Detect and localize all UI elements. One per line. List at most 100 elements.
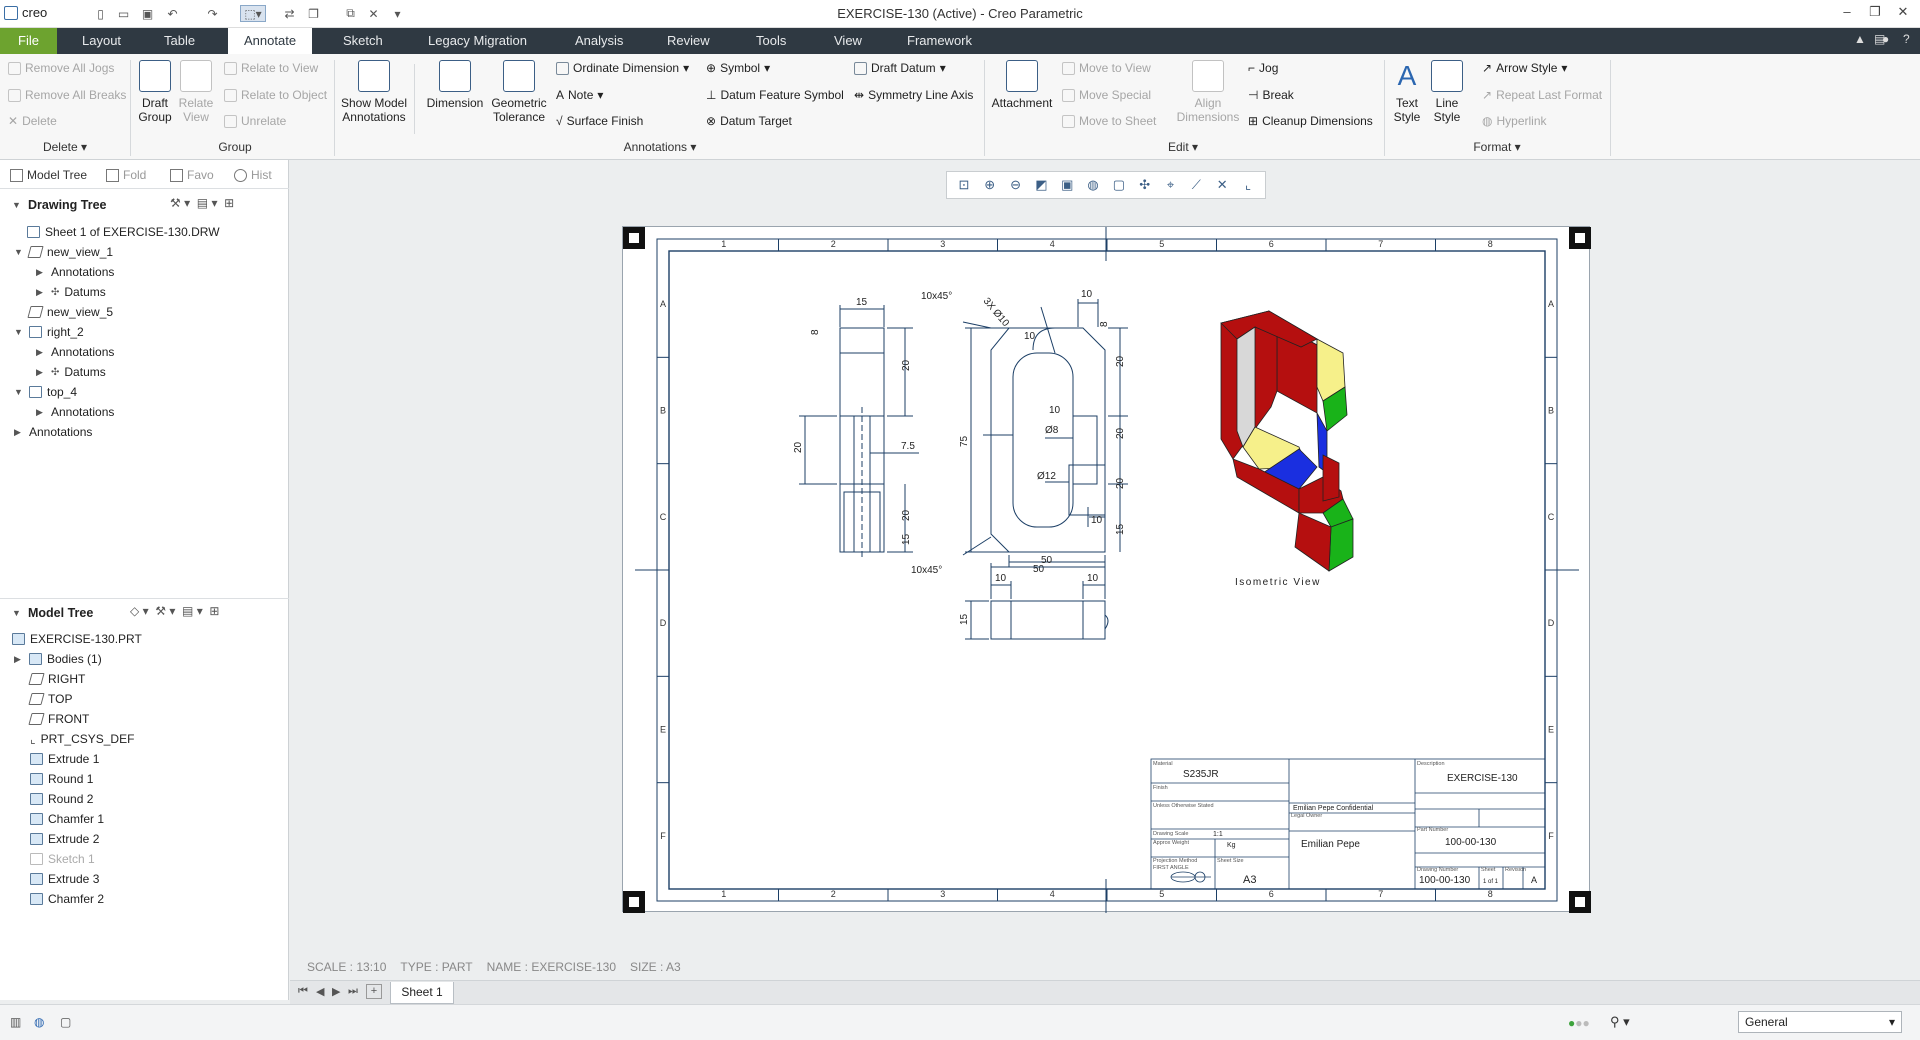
tab-annotate[interactable]: Annotate <box>228 28 313 54</box>
relate-view-button[interactable]: Relate View <box>176 60 216 124</box>
hyperlink-button[interactable]: ◍ Hyperlink <box>1482 114 1547 128</box>
tree-bodies[interactable]: ▶ Bodies (1) <box>14 650 102 668</box>
dimension-button[interactable]: Dimension <box>422 60 488 110</box>
symbol-button[interactable]: ⊕ Symbol ▾ <box>706 61 770 75</box>
tree-front-plane[interactable]: FRONT <box>28 710 89 728</box>
note-button[interactable]: A Note ▾ <box>556 88 603 102</box>
remove-all-breaks-button[interactable]: Remove All Breaks <box>8 88 126 102</box>
browser-toggle-icon[interactable]: ◍ <box>34 1015 44 1029</box>
full-screen-icon[interactable]: ▢ <box>60 1015 71 1029</box>
edit-group-label[interactable]: Edit ▾ <box>1150 140 1216 154</box>
open-folder-icon[interactable]: ▭ <box>115 5 132 22</box>
tree-new-view-5[interactable]: new_view_5 <box>14 303 113 321</box>
tree-annotations[interactable]: ▶ Annotations <box>36 263 114 281</box>
datum-target-button[interactable]: ⊗ Datum Target <box>706 114 792 128</box>
remove-all-jogs-button[interactable]: Remove All Jogs <box>8 61 114 75</box>
break-button[interactable]: ⊣ Break <box>1248 88 1294 102</box>
isometric-view[interactable] <box>1220 310 1354 572</box>
tree-extrude-2[interactable]: Extrude 2 <box>30 830 99 848</box>
show-model-annotations-button[interactable]: Show Model Annotations <box>340 60 408 124</box>
text-style-button[interactable]: A Text Style <box>1388 60 1426 124</box>
tree-chamfer-1[interactable]: Chamfer 1 <box>30 810 104 828</box>
tab-file[interactable]: File <box>0 28 57 54</box>
tab-model-tree[interactable]: Model Tree <box>10 168 87 182</box>
move-to-sheet-button[interactable]: Move to Sheet <box>1062 114 1156 128</box>
align-dimensions-button[interactable]: Align Dimensions <box>1172 60 1244 124</box>
surface-finish-button[interactable]: √ Surface Finish <box>556 114 643 128</box>
tree-annotations[interactable]: ▶ Annotations <box>36 403 114 421</box>
selection-filter-dropdown[interactable]: General ▾ <box>1738 1011 1902 1033</box>
tree-sheet-1[interactable]: Sheet 1 of EXERCISE-130.DRW <box>12 223 220 241</box>
tab-layout[interactable]: Layout <box>70 28 133 54</box>
tree-annotations[interactable]: ▶ Annotations <box>36 343 114 361</box>
first-sheet-icon[interactable]: ⏮ <box>298 985 308 998</box>
draft-group-button[interactable]: Draft Group <box>134 60 176 124</box>
unrelate-button[interactable]: Unrelate <box>224 114 286 128</box>
tab-sketch[interactable]: Sketch <box>331 28 395 54</box>
saved-views-icon[interactable]: ◍ <box>1083 177 1103 193</box>
tab-folder-browser[interactable]: Fold <box>106 168 146 182</box>
line-style-button[interactable]: Line Style <box>1428 60 1466 124</box>
cleanup-dimensions-button[interactable]: ⊞ Cleanup Dimensions <box>1248 114 1373 128</box>
repeat-last-format-button[interactable]: ↗ Repeat Last Format <box>1482 88 1602 102</box>
tab-review[interactable]: Review <box>655 28 722 54</box>
delete-button[interactable]: ✕ Delete <box>8 114 57 128</box>
tab-tools[interactable]: Tools <box>744 28 798 54</box>
tree-top-4[interactable]: ▼ top_4 <box>14 383 77 401</box>
navigator-toggle-icon[interactable]: ▥ <box>10 1015 21 1029</box>
refit-icon[interactable]: ⊡ <box>954 177 974 193</box>
symmetry-line-axis-button[interactable]: ⇹ Symmetry Line Axis <box>854 88 973 102</box>
tree-csys[interactable]: ⌞ PRT_CSYS_DEF <box>30 730 134 748</box>
zoom-out-icon[interactable]: ⊖ <box>1006 177 1026 193</box>
tree-chamfer-2[interactable]: Chamfer 2 <box>30 890 104 908</box>
tab-view[interactable]: View <box>822 28 874 54</box>
annotation-display-icon[interactable]: ⌖ <box>1161 177 1181 193</box>
prev-sheet-icon[interactable]: ◀ <box>316 985 324 998</box>
datum-display-icon[interactable]: ✣ <box>1135 177 1155 193</box>
tree-extrude-1[interactable]: Extrude 1 <box>30 750 99 768</box>
tree-sketch-1[interactable]: Sketch 1 <box>30 850 95 868</box>
format-group-label[interactable]: Format ▾ <box>1462 140 1532 154</box>
minimize-icon[interactable]: – <box>1836 4 1858 24</box>
tab-table[interactable]: Table <box>152 28 207 54</box>
minimize-ribbon-icon[interactable]: ▲ <box>1854 32 1866 46</box>
tree-annotations-root[interactable]: ▶ Annotations <box>14 423 92 441</box>
repaint-icon[interactable]: ◩ <box>1031 177 1051 193</box>
sketch-display-icon[interactable]: ⟋ <box>1186 177 1206 193</box>
drawing-tree-header[interactable]: ▼ Drawing Tree <box>12 198 107 212</box>
tab-favorites[interactable]: Favo <box>170 168 214 182</box>
attachment-button[interactable]: Attachment <box>990 60 1054 110</box>
close-window-icon[interactable]: ✕ <box>365 5 382 22</box>
tree-new-view-1[interactable]: ▼ new_view_1 <box>14 243 113 261</box>
windows-icon[interactable]: ❐ <box>305 5 322 22</box>
point-display-icon[interactable]: ✕ <box>1212 177 1232 193</box>
help-icon[interactable]: ? <box>1903 32 1910 46</box>
next-sheet-icon[interactable]: ▶ <box>332 985 340 998</box>
tree-datums[interactable]: ▶ ✣ Datums <box>36 283 106 301</box>
tree-top-plane[interactable]: TOP <box>28 690 72 708</box>
tree-part[interactable]: EXERCISE-130.PRT <box>12 630 142 648</box>
move-special-button[interactable]: Move Special <box>1062 88 1151 102</box>
tab-legacy-migration[interactable]: Legacy Migration <box>416 28 539 54</box>
display-style-icon[interactable]: ▣ <box>1057 177 1077 193</box>
tree-right-plane[interactable]: RIGHT <box>28 670 85 688</box>
sheet-tab[interactable]: Sheet 1 <box>390 982 454 1004</box>
customize-toolbar-icon[interactable]: ▾ <box>389 5 406 22</box>
new-file-icon[interactable]: ▯ <box>92 5 109 22</box>
drawing-sheet[interactable]: 1 1 2 2 3 3 4 4 5 5 6 6 7 7 8 8 A A B B C C D D E E F F 15 8 20 20… <box>622 226 1591 913</box>
tab-analysis[interactable]: Analysis <box>563 28 635 54</box>
ordinate-dimension-button[interactable]: Ordinate Dimension ▾ <box>556 61 689 75</box>
drawing-tree-tools[interactable]: ⚒ ▾ ▤ ▾ ⊞ <box>170 196 234 210</box>
maximize-icon[interactable]: ❐ <box>1864 4 1886 24</box>
model-tree-tools[interactable]: ◇ ▾ ⚒ ▾ ▤ ▾ ⊞ <box>130 604 219 618</box>
datum-feature-symbol-button[interactable]: ⊥ Datum Feature Symbol <box>706 88 844 102</box>
selection-box-icon[interactable]: ⬚▾ <box>240 5 266 22</box>
tree-datums[interactable]: ▶ ✣ Datums <box>36 363 106 381</box>
save-icon[interactable]: ▣ <box>139 5 156 22</box>
close-icon[interactable]: ✕ <box>1892 4 1914 24</box>
regenerate-icon[interactable]: ⇄ <box>281 5 298 22</box>
tree-round-1[interactable]: Round 1 <box>30 770 93 788</box>
csys-display-icon[interactable]: ⌞ <box>1238 177 1258 193</box>
last-sheet-icon[interactable]: ⏭ <box>348 985 358 998</box>
tree-extrude-3[interactable]: Extrude 3 <box>30 870 99 888</box>
